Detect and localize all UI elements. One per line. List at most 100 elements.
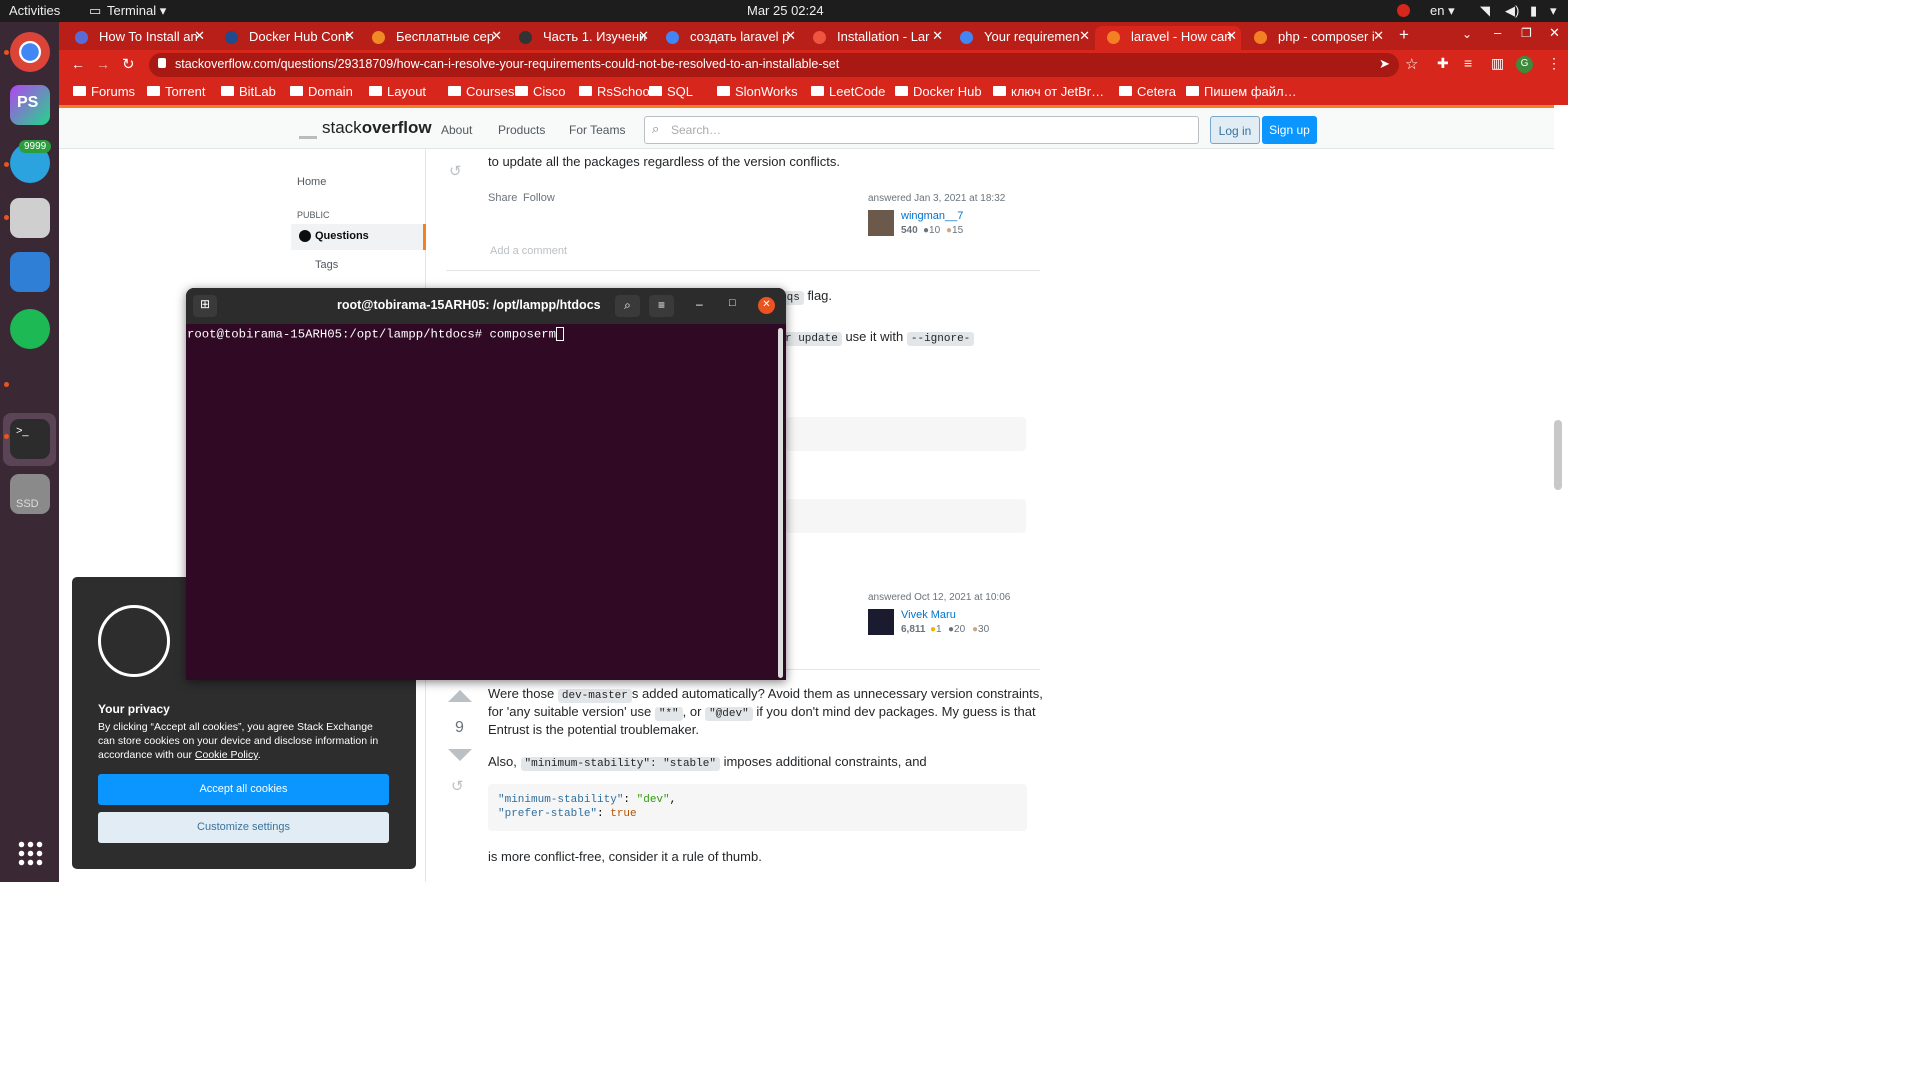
forward-icon[interactable]: → [96, 56, 110, 72]
user-link[interactable]: Vivek Maru [901, 609, 956, 621]
battery-icon[interactable]: ▮ [1530, 3, 1537, 19]
browser-tab[interactable]: Your requiremen ✕ [948, 26, 1094, 50]
customize-settings-button[interactable]: Customize settings [98, 812, 389, 843]
menu-icon[interactable]: ⋮ [1547, 55, 1561, 72]
send-icon[interactable]: ➤ [1379, 56, 1390, 72]
bookmark-item[interactable]: Layout [369, 84, 426, 99]
minimize-icon[interactable]: – [1494, 25, 1501, 40]
back-icon[interactable]: ← [71, 56, 85, 72]
nav-about[interactable]: About [441, 123, 472, 137]
bookmark-item[interactable]: Cetera [1119, 84, 1176, 99]
logo-text[interactable]: stackoverflow [322, 118, 432, 138]
bookmark-item[interactable]: Forums [73, 84, 135, 99]
stackoverflow-logo-icon[interactable] [299, 117, 317, 139]
tab-close-icon[interactable]: ✕ [194, 28, 205, 44]
tab-close-icon[interactable]: ✕ [638, 28, 649, 44]
new-tab-icon[interactable]: ⊞ [193, 295, 217, 317]
browser-tab[interactable]: How To Install an ✕ [63, 26, 209, 50]
terminal-output[interactable]: root@tobirama-15ARH05:/opt/lampp/htdocs#… [187, 327, 564, 341]
tab-close-icon[interactable]: ✕ [1079, 28, 1090, 44]
bookmark-item[interactable]: BitLab [221, 84, 276, 99]
ssd-drive-icon[interactable]: SSD [10, 474, 50, 514]
bookmark-item[interactable]: SlonWorks [717, 84, 798, 99]
close-window-icon[interactable]: ✕ [1549, 25, 1560, 41]
tab-close-icon[interactable]: ✕ [344, 28, 355, 44]
avatar[interactable] [868, 609, 894, 635]
user-link[interactable]: wingman__7 [901, 210, 963, 222]
app-menu[interactable]: Terminal ▾ [107, 3, 166, 19]
bookmark-item[interactable]: LeetCode [811, 84, 885, 99]
bookmark-star-icon[interactable]: ☆ [1405, 55, 1418, 73]
language-menu[interactable]: en ▾ [1430, 3, 1455, 19]
browser-tab[interactable]: Docker Hub Cont ✕ [213, 26, 359, 50]
follow-link[interactable]: Follow [523, 192, 555, 204]
browser-tab[interactable]: php - composer i ✕ [1242, 26, 1388, 50]
volume-icon[interactable]: ◀) [1505, 3, 1519, 19]
login-button[interactable]: Log in [1210, 116, 1260, 144]
clock[interactable]: Mar 25 02:24 [747, 3, 824, 18]
bookmark-item[interactable]: RsSchool [579, 84, 653, 99]
extensions-icon[interactable]: ✚ [1437, 55, 1449, 72]
tab-search-icon[interactable]: ⌄ [1462, 27, 1472, 41]
search-icon[interactable]: ⌕ [615, 295, 640, 317]
upvote-icon[interactable] [448, 690, 472, 702]
terminal-titlebar[interactable]: ⊞ root@tobirama-15ARH05: /opt/lampp/htdo… [186, 288, 786, 324]
tab-close-icon[interactable]: ✕ [491, 28, 502, 44]
bookmark-item[interactable]: Docker Hub [895, 84, 982, 99]
activities-button[interactable]: Activities [9, 3, 60, 18]
bookmark-item[interactable]: SQL [649, 84, 693, 99]
reload-icon[interactable]: ↻ [122, 55, 135, 73]
tab-close-icon[interactable]: ✕ [785, 28, 796, 44]
files-icon[interactable] [10, 198, 50, 238]
terminal-window[interactable]: ⊞ root@tobirama-15ARH05: /opt/lampp/htdo… [186, 288, 786, 680]
browser-tab[interactable]: создать laravel p ✕ [654, 26, 800, 50]
phpstorm-icon[interactable]: PS [10, 85, 50, 125]
close-icon[interactable]: ✕ [758, 297, 775, 314]
tab-close-icon[interactable]: ✕ [1226, 28, 1237, 44]
lock-icon[interactable] [158, 58, 166, 68]
signup-button[interactable]: Sign up [1262, 116, 1317, 144]
nav-products[interactable]: Products [498, 123, 545, 137]
tab-close-icon[interactable]: ✕ [1373, 28, 1384, 44]
url-field[interactable]: stackoverflow.com/questions/29318709/how… [149, 53, 1399, 77]
bookmark-item[interactable]: Cisco [515, 84, 566, 99]
page-scrollbar[interactable] [1554, 420, 1562, 490]
bookmark-item[interactable]: ключ от JetBr… [993, 84, 1104, 99]
search-input[interactable]: ⌕ Search… [644, 116, 1199, 144]
new-tab-icon[interactable]: + [1399, 25, 1409, 45]
sidebar-item-home[interactable]: Home [297, 176, 326, 188]
add-comment-link[interactable]: Add a comment [490, 245, 567, 257]
terminal-scrollbar[interactable] [778, 328, 783, 678]
profile-avatar[interactable]: G [1516, 56, 1533, 73]
show-apps-icon[interactable] [17, 840, 43, 866]
chrome-indicator-icon[interactable] [1397, 4, 1410, 17]
sidepanel-icon[interactable]: ▥ [1491, 55, 1504, 72]
bookmark-item[interactable]: Domain [290, 84, 353, 99]
accept-all-cookies-button[interactable]: Accept all cookies [98, 774, 389, 805]
browser-tab[interactable]: laravel - How can ✕ [1095, 26, 1241, 50]
restore-icon[interactable]: ❐ [1521, 26, 1532, 40]
browser-tab[interactable]: Бесплатные сер ✕ [360, 26, 506, 50]
power-menu-icon[interactable]: ▾ [1550, 3, 1557, 19]
terminal-icon[interactable]: >_ [10, 419, 50, 459]
media-icon[interactable]: ≡ [1464, 55, 1472, 71]
chrome-icon[interactable] [10, 32, 50, 72]
browser-tab[interactable]: Часть 1. Изучени ✕ [507, 26, 653, 50]
downvote-icon[interactable] [448, 749, 472, 761]
hamburger-menu-icon[interactable]: ≡ [649, 295, 674, 317]
wifi-icon[interactable]: ◥ [1480, 3, 1490, 19]
share-link[interactable]: Share [488, 192, 517, 204]
spotify-icon[interactable] [10, 309, 50, 349]
history-icon[interactable]: ↺ [449, 162, 462, 180]
browser-tab[interactable]: Installation - Lar ✕ [801, 26, 947, 50]
software-store-icon[interactable] [10, 252, 50, 292]
maximize-icon[interactable]: □ [729, 297, 736, 309]
avatar[interactable] [868, 210, 894, 236]
bookmark-item[interactable]: Пишем файл… [1186, 84, 1297, 99]
sidebar-item-questions[interactable]: Questions [291, 224, 426, 250]
cookie-policy-link[interactable]: Cookie Policy [195, 749, 258, 761]
nav-for-teams[interactable]: For Teams [569, 123, 625, 137]
history-icon[interactable]: ↺ [451, 777, 464, 795]
bookmark-item[interactable]: Torrent [147, 84, 205, 99]
minimize-icon[interactable]: – [696, 297, 703, 311]
